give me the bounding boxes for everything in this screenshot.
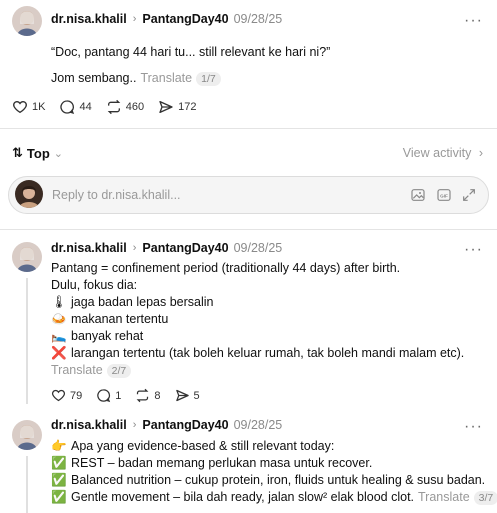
sort-icon: ⇅ [12, 145, 23, 160]
avatar[interactable] [12, 420, 42, 450]
like-count: 1K [32, 101, 46, 113]
check-mark-icon: ✅ [51, 456, 67, 470]
topic-tag[interactable]: PantangDay40 [142, 12, 228, 26]
like-count: 79 [70, 389, 83, 402]
share-icon [159, 101, 173, 113]
more-icon[interactable]: ··· [464, 13, 483, 29]
comment-count: 1 [115, 389, 122, 402]
check-mark-icon: ✅ [51, 490, 67, 504]
food-icon: 🍛 [51, 312, 67, 326]
translate-row: Translate 2/7 [51, 362, 132, 379]
repost-button[interactable]: 460 [106, 99, 144, 115]
cross-mark-icon: ❌ [51, 346, 67, 360]
repost-button[interactable]: 8 [135, 388, 161, 403]
check-mark-icon: ✅ [51, 473, 67, 487]
divider [0, 128, 497, 129]
avatar[interactable] [12, 6, 42, 36]
list-item: ❌ larangan tertentu (tak boleh keluar rum… [51, 345, 464, 362]
heart-icon [13, 100, 27, 114]
thread-line [26, 456, 28, 513]
sort-dropdown[interactable]: ⇅ Top ⌄ [12, 145, 63, 161]
list-item-text: Balanced nutrition – cukup protein, iron… [71, 473, 486, 487]
list-item: 🛌 banyak rehat [51, 328, 143, 345]
repost-count: 8 [154, 389, 161, 402]
topic-tag[interactable]: PantangDay40 [142, 418, 228, 432]
share-icon [175, 389, 189, 402]
chevron-right-icon: › [478, 146, 483, 160]
chevron-down-icon: ⌄ [53, 147, 63, 160]
avatar[interactable] [12, 242, 42, 272]
post-date: 09/28/25 [233, 418, 283, 432]
reply-line: Dulu, fokus dia: [51, 278, 138, 292]
heart-icon [51, 389, 66, 402]
view-activity-link[interactable]: View activity › [403, 146, 483, 160]
expand-icon[interactable] [461, 187, 477, 206]
share-count: 5 [193, 389, 200, 402]
page-badge: 1/7 [196, 72, 221, 86]
list-item: 🌡 jaga badan lepas bersalin [51, 294, 213, 311]
divider [0, 229, 497, 230]
post-date: 09/28/25 [233, 241, 283, 255]
chevron-right-icon: › [132, 419, 137, 431]
post-actions: 79 1 8 5 [51, 388, 214, 403]
chevron-right-icon: › [132, 242, 137, 254]
gif-icon[interactable]: GIF [436, 187, 452, 206]
post-text: “Doc, pantang 44 hari tu... still releva… [51, 45, 331, 59]
view-activity-label: View activity [402, 146, 472, 160]
post-actions: 1K 44 460 172 [12, 99, 210, 115]
list-item-text: jaga badan lepas bersalin [71, 295, 214, 309]
svg-text:GIF: GIF [440, 193, 448, 198]
image-icon[interactable] [410, 187, 426, 206]
list-item-text: banyak rehat [71, 329, 144, 343]
topic-tag[interactable]: PantangDay40 [142, 241, 228, 255]
reply-input[interactable]: Reply to dr.nisa.khalil... [52, 188, 181, 202]
comment-count: 44 [79, 101, 92, 113]
page-badge: 2/7 [106, 364, 132, 378]
bed-icon: 🛌 [51, 329, 67, 343]
username[interactable]: dr.nisa.khalil [51, 418, 127, 432]
translate-link[interactable]: Translate [140, 71, 192, 85]
repost-icon [136, 388, 149, 403]
reply-box[interactable]: Reply to dr.nisa.khalil... GIF [8, 176, 489, 214]
current-user-avatar [15, 180, 43, 208]
thread-line [26, 278, 28, 404]
translate-link[interactable]: Translate [51, 363, 103, 377]
more-icon[interactable]: ··· [464, 419, 483, 435]
list-item: ✅ REST – badan memang perlukan masa untuk… [51, 455, 372, 472]
list-item-text: makanan tertentu [71, 312, 169, 326]
repost-icon [107, 99, 120, 115]
like-button[interactable]: 1K [12, 99, 45, 115]
list-item-text: Gentle movement – bila dah ready, jalan … [71, 490, 415, 504]
list-item: 🍛 makanan tertentu [51, 311, 168, 328]
reply-line-text: Apa yang evidence-based & still relevant… [71, 439, 335, 453]
share-count: 172 [178, 101, 197, 113]
post-sub: Jom sembang.. [51, 71, 137, 85]
post-subtext: Jom sembang.. Translate 1/7 [51, 70, 221, 87]
list-item: ✅ Gentle movement – bila dah ready, jalan… [51, 489, 497, 506]
page-badge: 3/7 [473, 491, 497, 505]
translate-link[interactable]: Translate [418, 490, 470, 504]
comment-button[interactable]: 44 [59, 99, 92, 115]
list-item: ✅ Balanced nutrition – cukup protein, iro… [51, 472, 485, 489]
list-item-text: REST – badan memang perlukan masa untuk … [71, 456, 373, 470]
list-item-text: larangan tertentu (tak boleh keluar ruma… [71, 346, 465, 360]
sort-label: Top [26, 145, 50, 161]
pointing-hand-icon: 👉 [51, 439, 67, 453]
share-button[interactable]: 172 [158, 99, 196, 115]
reply-line: Pantang = confinement period (traditiona… [51, 261, 401, 275]
post-date: 09/28/25 [233, 12, 283, 26]
comment-icon [60, 100, 75, 115]
repost-count: 460 [125, 101, 145, 113]
thermometer-icon: 🌡 [51, 295, 67, 309]
share-button[interactable]: 5 [175, 388, 200, 403]
chevron-right-icon: › [132, 13, 137, 25]
more-icon[interactable]: ··· [464, 242, 483, 258]
username[interactable]: dr.nisa.khalil [51, 12, 127, 26]
comment-button[interactable]: 1 [96, 388, 121, 403]
reply-line: 👉 Apa yang evidence-based & still relevan… [51, 438, 334, 455]
like-button[interactable]: 79 [51, 388, 82, 403]
username[interactable]: dr.nisa.khalil [51, 241, 127, 255]
comment-icon [97, 389, 111, 403]
